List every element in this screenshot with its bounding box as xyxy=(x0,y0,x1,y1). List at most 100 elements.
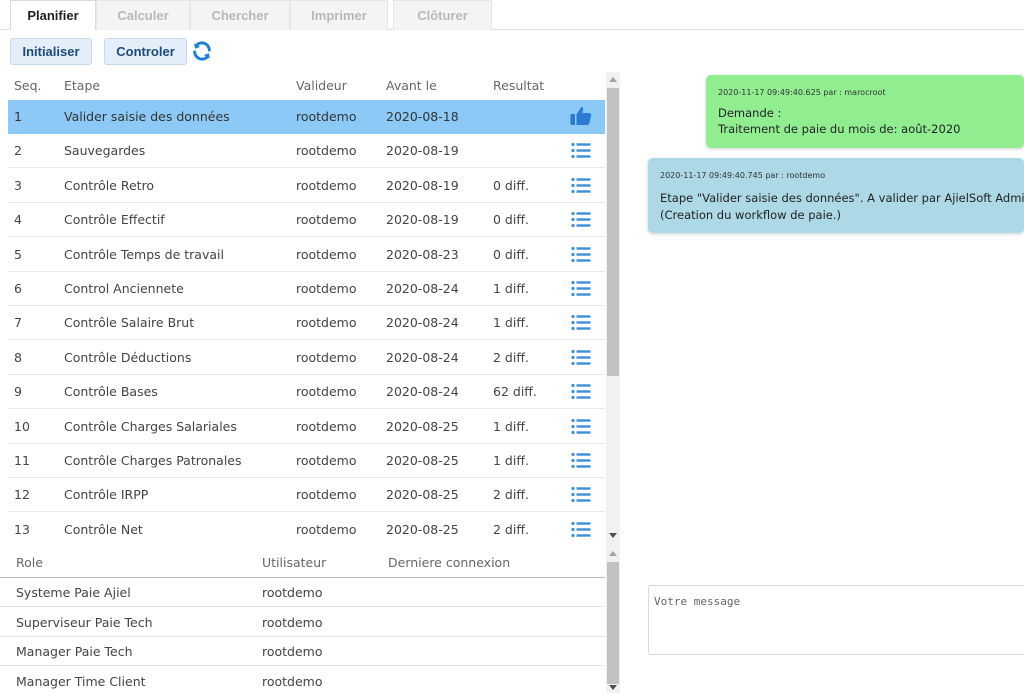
cell-role: Manager Time Client xyxy=(16,673,146,689)
cell-resultat: 1 diff. xyxy=(493,315,529,331)
cell-etape: Contrôle Déductions xyxy=(64,349,192,365)
table-row[interactable]: Manager Paie Tech rootdemo xyxy=(0,637,605,666)
cell-etape: Contrôle Bases xyxy=(64,384,158,400)
scroll-up-arrow[interactable] xyxy=(609,551,617,556)
col-valideur[interactable]: Valideur xyxy=(296,78,347,93)
initialiser-button[interactable]: Initialiser xyxy=(10,38,92,65)
list-icon[interactable] xyxy=(571,177,591,194)
cell-seq: 13 xyxy=(14,521,30,537)
list-icon[interactable] xyxy=(571,280,591,297)
cell-seq: 12 xyxy=(14,487,30,503)
table-row[interactable]: 6 Control Anciennete rootdemo 2020-08-24 1 d… xyxy=(8,272,605,306)
table-row[interactable]: 11 Contrôle Charges Patronales rootdemo 202… xyxy=(8,444,605,478)
thumbs-up-icon[interactable] xyxy=(570,106,592,126)
cell-avant-le: 2020-08-19 xyxy=(386,177,459,193)
table-row[interactable]: 10 Contrôle Charges Salariales rootdemo 202… xyxy=(8,410,605,444)
table-row[interactable]: 4 Contrôle Effectif rootdemo 2020-08-19 0 di… xyxy=(8,203,605,238)
table-row[interactable]: 5 Contrôle Temps de travail rootdemo 2020-0… xyxy=(8,238,605,272)
tab-cloturer[interactable]: Clôturer xyxy=(393,0,492,30)
col-derniere-connexion[interactable]: Derniere connexion xyxy=(388,555,510,570)
cell-resultat: 0 diff. xyxy=(493,177,529,193)
cell-resultat: 1 diff. xyxy=(493,418,529,434)
col-role[interactable]: Role xyxy=(16,555,43,570)
message-input[interactable] xyxy=(648,585,1024,655)
scroll-down-arrow[interactable] xyxy=(609,685,617,690)
tab-planifier[interactable]: Planifier xyxy=(10,0,96,30)
table-row[interactable]: Superviseur Paie Tech rootdemo xyxy=(0,608,605,637)
scroll-thumb[interactable] xyxy=(607,88,619,376)
cell-valideur: rootdemo xyxy=(296,453,357,468)
table-row[interactable]: 2 Sauvegardes rootdemo 2020-08-19 xyxy=(8,134,605,169)
col-seq[interactable]: Seq. xyxy=(14,78,42,93)
roles-table-header: Role Utilisateur Derniere connexion xyxy=(0,546,605,578)
col-avant-le[interactable]: Avant le xyxy=(386,78,437,93)
cell-resultat: 0 diff. xyxy=(493,212,529,228)
cell-avant-le: 2020-08-25 xyxy=(386,521,459,537)
list-icon[interactable] xyxy=(571,211,591,228)
cell-valideur: rootdemo xyxy=(296,349,357,365)
message-line: Traitement de paie du mois de: août-2020 xyxy=(718,122,961,136)
table-row[interactable]: 13 Contrôle Net rootdemo 2020-08-25 2 diff. xyxy=(8,513,605,546)
cell-utilisateur: rootdemo xyxy=(262,614,323,630)
toolbar: Initialiser Controler xyxy=(0,30,1024,70)
roles-table: Role Utilisateur Derniere connexion Syst… xyxy=(0,546,622,693)
cell-valideur: rootdemo xyxy=(296,384,357,400)
tab-calculer[interactable]: Calculer xyxy=(96,0,190,30)
message-meta: 2020-11-17 09:49:40.625 par : marocroot xyxy=(718,88,886,97)
cell-seq: 4 xyxy=(14,212,22,228)
cell-utilisateur: rootdemo xyxy=(262,585,323,600)
tab-chercher[interactable]: Chercher xyxy=(190,0,290,30)
list-icon[interactable] xyxy=(571,383,591,400)
col-utilisateur[interactable]: Utilisateur xyxy=(262,555,326,570)
list-icon[interactable] xyxy=(571,521,591,538)
cell-resultat: 1 diff. xyxy=(493,453,529,468)
list-icon[interactable] xyxy=(571,486,591,503)
cell-role: Superviseur Paie Tech xyxy=(16,614,153,630)
table-row[interactable]: 8 Contrôle Déductions rootdemo 2020-08-24 2 … xyxy=(8,341,605,375)
message-meta: 2020-11-17 09:49:40.745 par : rootdemo xyxy=(660,171,826,180)
tab-imprimer[interactable]: Imprimer xyxy=(290,0,388,30)
message-bubble: 2020-11-17 09:49:40.625 par : marocroot … xyxy=(706,75,1024,148)
scroll-thumb[interactable] xyxy=(607,562,619,684)
list-icon[interactable] xyxy=(571,349,591,366)
steps-scrollbar[interactable] xyxy=(606,72,620,546)
cell-valideur: rootdemo xyxy=(296,212,357,228)
message-line: Etape "Valider saisie des données". A va… xyxy=(660,191,1024,205)
col-etape[interactable]: Etape xyxy=(64,78,100,93)
cell-etape: Sauvegardes xyxy=(64,143,146,159)
cell-avant-le: 2020-08-25 xyxy=(386,418,459,434)
cell-valideur: rootdemo xyxy=(296,143,357,159)
cell-valideur: rootdemo xyxy=(296,109,357,124)
cell-avant-le: 2020-08-25 xyxy=(386,453,459,468)
table-row[interactable]: 3 Contrôle Retro rootdemo 2020-08-19 0 diff. xyxy=(8,169,605,203)
cell-seq: 11 xyxy=(14,453,30,468)
cell-valideur: rootdemo xyxy=(296,487,357,503)
list-icon[interactable] xyxy=(571,418,591,435)
table-row[interactable]: 9 Contrôle Bases rootdemo 2020-08-24 62 diff… xyxy=(8,375,605,410)
table-row[interactable]: 7 Contrôle Salaire Brut rootdemo 2020-08-24… xyxy=(8,306,605,341)
cell-resultat: 1 diff. xyxy=(493,281,529,296)
cell-role: Manager Paie Tech xyxy=(16,644,133,659)
list-icon[interactable] xyxy=(571,314,591,331)
list-icon[interactable] xyxy=(571,246,591,263)
roles-scrollbar[interactable] xyxy=(606,546,620,693)
list-icon[interactable] xyxy=(571,452,591,469)
cell-valideur: rootdemo xyxy=(296,418,357,434)
controler-button[interactable]: Controler xyxy=(104,38,187,65)
cell-valideur: rootdemo xyxy=(296,315,357,331)
table-row[interactable]: 1 Valider saisie des données rootdemo 2020-… xyxy=(8,100,605,134)
table-row[interactable]: 12 Contrôle IRPP rootdemo 2020-08-25 2 diff. xyxy=(8,478,605,513)
cell-etape: Contrôle Salaire Brut xyxy=(64,315,195,331)
cell-etape: Contrôle Effectif xyxy=(64,212,165,228)
scroll-up-arrow[interactable] xyxy=(609,77,617,82)
refresh-icon[interactable] xyxy=(191,40,213,62)
cell-role: Systeme Paie Ajiel xyxy=(16,585,131,600)
list-icon[interactable] xyxy=(571,142,591,159)
table-row[interactable]: Manager Time Client rootdemo xyxy=(0,667,605,693)
table-row[interactable]: Systeme Paie Ajiel rootdemo xyxy=(0,578,605,607)
message-line: (Creation du workflow de paie.) xyxy=(660,208,842,222)
message-bubble: 2020-11-17 09:49:40.745 par : rootdemo E… xyxy=(648,158,1024,233)
scroll-down-arrow[interactable] xyxy=(609,533,617,538)
cell-seq: 3 xyxy=(14,177,22,193)
col-resultat[interactable]: Resultat xyxy=(493,78,544,93)
